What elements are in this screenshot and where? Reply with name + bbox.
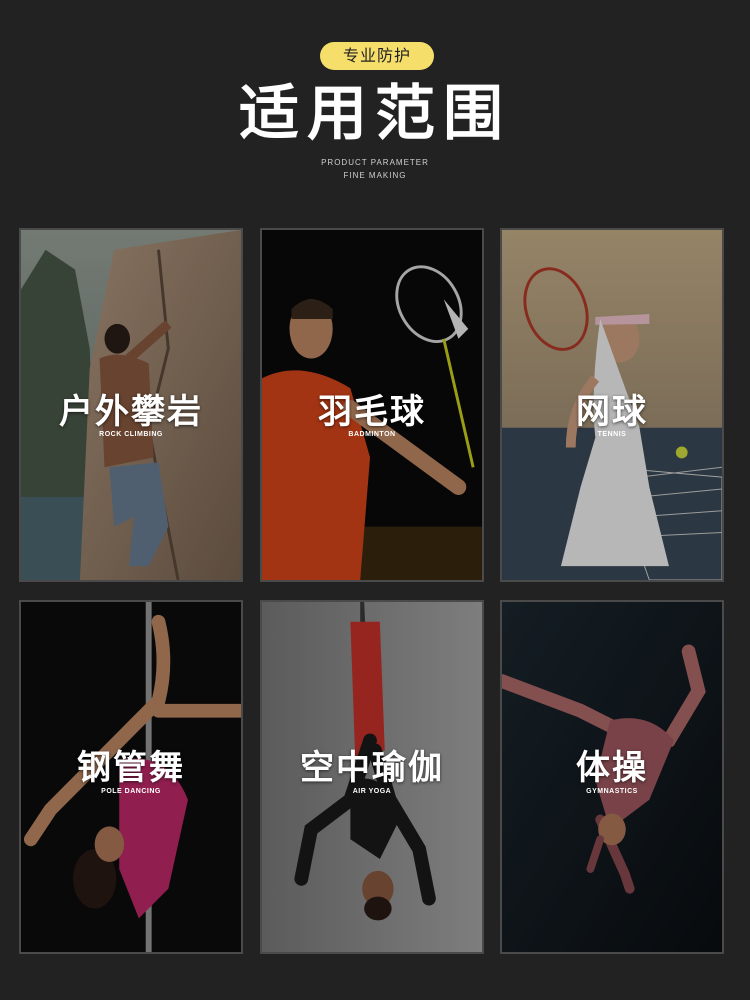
card-rock-climbing: 户外攀岩 ROCK CLIMBING xyxy=(19,228,243,582)
card-title-en: AIR YOGA xyxy=(352,788,392,795)
card-tennis: 网球 TENNIS xyxy=(500,228,724,582)
card-title-en: BADMINTON xyxy=(348,431,396,438)
subtitle-line-2: FINE MAKING xyxy=(343,171,407,180)
card-badminton: 羽毛球 BADMINTON xyxy=(260,228,484,582)
card-title-cn: 空中瑜伽 xyxy=(300,748,444,788)
card-pole-dancing: 钢管舞 POLE DANCING xyxy=(19,600,243,954)
card-title-en: POLE DANCING xyxy=(101,788,161,795)
card-title-cn: 户外攀岩 xyxy=(59,392,203,432)
card-title-cn: 体操 xyxy=(576,748,648,788)
header-badge: 专业防护 xyxy=(320,42,434,70)
card-title-cn: 羽毛球 xyxy=(318,392,426,432)
subtitle-line-1: PRODUCT PARAMETER xyxy=(321,158,429,167)
card-title-cn: 网球 xyxy=(576,392,648,432)
page-title: 适用范围 xyxy=(239,79,511,149)
card-title-en: TENNIS xyxy=(597,431,627,438)
card-title-en: GYMNASTICS xyxy=(586,788,638,795)
card-title-en: ROCK CLIMBING xyxy=(99,431,163,438)
card-title-cn: 钢管舞 xyxy=(77,748,185,788)
card-gymnastics: 体操 GYMNASTICS xyxy=(500,600,724,954)
card-air-yoga: 空中瑜伽 AIR YOGA xyxy=(260,600,484,954)
